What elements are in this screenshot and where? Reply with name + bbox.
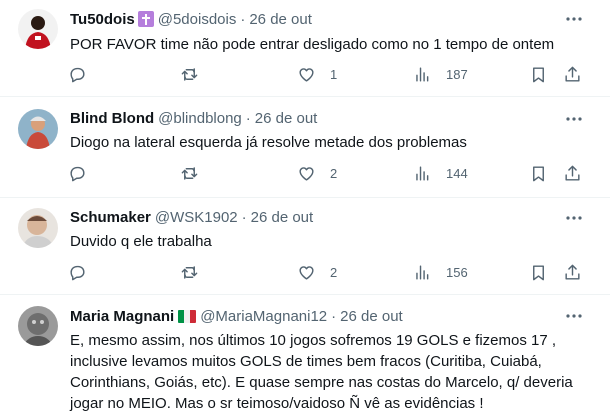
views-count: 144: [446, 165, 468, 181]
more-icon[interactable]: [564, 9, 584, 29]
tweet-header: Blind Blond @blindblong · 26 de out: [70, 108, 317, 128]
like-count: 1: [330, 66, 338, 82]
action-bar: 2 144: [62, 157, 590, 189]
tweet-header: Tu50dois @5doisdois · 26 de out: [70, 9, 312, 29]
retweet-icon: [181, 265, 198, 279]
tweet-text-line: inclusive levamos muitos GOLS de times b…: [70, 353, 542, 370]
heart-icon: [299, 265, 314, 280]
heart-icon: [299, 166, 314, 181]
bookmark-button[interactable]: [529, 157, 548, 189]
tweet-header: Maria Magnani @MariaMagnani12 · 26 de ou…: [70, 306, 403, 326]
like-button[interactable]: 2: [297, 157, 337, 189]
username[interactable]: @5doisdois: [158, 11, 237, 28]
tweet-text: E, mesmo assim, nos últimos 10 jogos sof…: [70, 330, 580, 414]
tweet-text: Diogo na lateral esquerda já resolve met…: [70, 134, 467, 151]
tweet[interactable]: Maria Magnani @MariaMagnani12 · 26 de ou…: [0, 295, 610, 414]
share-icon: [565, 165, 580, 181]
like-button[interactable]: 2: [297, 256, 337, 288]
retweet-icon: [181, 166, 198, 180]
views-button[interactable]: 156: [413, 256, 468, 288]
reply-button[interactable]: [68, 256, 87, 288]
display-name[interactable]: Tu50dois: [70, 11, 135, 28]
separator-dot: ·: [245, 109, 251, 127]
separator-dot: ·: [331, 307, 337, 325]
tweet-text-line: Corinthians, Goiás, etc). E quase sempre…: [70, 374, 573, 391]
separator-dot: ·: [240, 10, 246, 28]
bookmark-icon: [533, 66, 544, 82]
share-button[interactable]: [563, 157, 582, 189]
reply-icon: [70, 67, 85, 82]
bookmark-button[interactable]: [529, 58, 548, 90]
share-button[interactable]: [563, 58, 582, 90]
views-bar-icon: [416, 66, 429, 82]
bookmark-button[interactable]: [529, 256, 548, 288]
reply-icon: [70, 265, 85, 280]
views-button[interactable]: 144: [413, 157, 468, 189]
display-name[interactable]: Schumaker: [70, 209, 151, 226]
like-count: 2: [330, 165, 338, 181]
italy-flag-icon: [178, 309, 197, 323]
tweet[interactable]: Tu50dois @5doisdois · 26 de out POR FAVO…: [0, 0, 610, 97]
separator-dot: ·: [241, 208, 247, 226]
views-count: 156: [446, 264, 468, 280]
heart-icon: [299, 67, 314, 82]
avatar[interactable]: [18, 9, 58, 49]
tweet-text: POR FAVOR time não pode entrar desligado…: [70, 36, 555, 53]
timestamp[interactable]: 26 de out: [255, 110, 318, 127]
views-bar-icon: [416, 165, 429, 181]
latin-cross-badge-icon: [137, 11, 154, 27]
tweet[interactable]: Schumaker @WSK1902 · 26 de out Duvido q …: [0, 198, 610, 295]
more-icon[interactable]: [564, 208, 584, 228]
views-count: 187: [446, 66, 468, 82]
retweet-button[interactable]: [180, 58, 199, 90]
reply-button[interactable]: [68, 58, 87, 90]
more-icon[interactable]: [564, 306, 584, 326]
reply-button[interactable]: [68, 157, 87, 189]
share-button[interactable]: [563, 256, 582, 288]
share-icon: [565, 66, 580, 82]
tweet[interactable]: Blind Blond @blindblong · 26 de out Diog…: [0, 97, 610, 198]
more-icon[interactable]: [564, 109, 584, 129]
display-name[interactable]: Maria Magnani: [70, 308, 174, 325]
tweet-text: Duvido q ele trabalha: [70, 233, 212, 250]
like-count: 2: [330, 264, 338, 280]
action-bar: 2 156: [62, 256, 590, 288]
timestamp[interactable]: 26 de out: [340, 308, 403, 325]
timestamp[interactable]: 26 de out: [249, 11, 312, 28]
views-bar-icon: [416, 264, 429, 280]
avatar[interactable]: [18, 109, 58, 149]
avatar[interactable]: [18, 208, 58, 248]
avatar[interactable]: [18, 306, 58, 346]
retweet-button[interactable]: [180, 256, 199, 288]
display-name[interactable]: Blind Blond: [70, 110, 154, 127]
retweet-button[interactable]: [180, 157, 199, 189]
retweet-icon: [181, 67, 198, 81]
like-button[interactable]: 1: [297, 58, 337, 90]
reply-icon: [70, 166, 85, 181]
tweet-text-line: E, mesmo assim, nos últimos 10 jogos sof…: [70, 332, 557, 349]
username[interactable]: @MariaMagnani12: [200, 308, 327, 325]
bookmark-icon: [533, 165, 544, 181]
username[interactable]: @WSK1902: [155, 209, 238, 226]
tweet-text-line: jogar no MEIO. Mas o sr teimoso/vaidoso …: [70, 395, 484, 412]
action-bar: 1 187: [62, 58, 590, 90]
share-icon: [565, 264, 580, 280]
tweet-header: Schumaker @WSK1902 · 26 de out: [70, 207, 313, 227]
username[interactable]: @blindblong: [158, 110, 242, 127]
bookmark-icon: [533, 264, 544, 280]
views-button[interactable]: 187: [413, 58, 468, 90]
timestamp[interactable]: 26 de out: [251, 209, 314, 226]
